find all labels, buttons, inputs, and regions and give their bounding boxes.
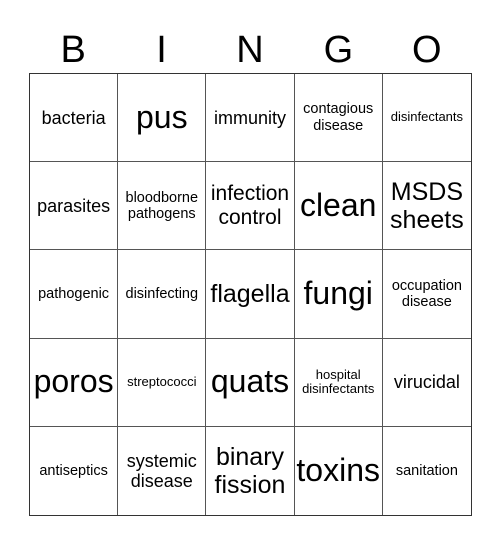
bingo-cell[interactable]: pus xyxy=(118,74,207,163)
bingo-cell[interactable]: virucidal xyxy=(382,339,471,427)
bingo-card-grid: bacteria pus immunity contagious disease dis… xyxy=(29,73,472,516)
bingo-header: B I N G O xyxy=(29,28,471,72)
bingo-cell[interactable]: bacteria xyxy=(30,74,119,163)
header-letter-o: O xyxy=(411,29,442,71)
bingo-cell[interactable]: quats xyxy=(206,338,295,427)
bingo-cell[interactable]: flagella xyxy=(206,250,295,339)
bingo-cell[interactable]: bloodborne pathogens xyxy=(118,162,207,251)
bingo-cell[interactable]: hospital disinfectants xyxy=(294,338,383,427)
bingo-cell[interactable]: systemic disease xyxy=(118,426,207,515)
header-letter-i: I xyxy=(156,29,167,71)
bingo-cell[interactable]: MSDS sheets xyxy=(382,162,471,251)
header-letter-b: B xyxy=(60,29,86,71)
bingo-cell[interactable]: fungi xyxy=(294,250,383,339)
bingo-cell[interactable]: poros xyxy=(30,338,119,427)
bingo-cell[interactable]: occupation disease xyxy=(382,250,471,339)
bingo-cell[interactable]: infection control xyxy=(206,162,295,251)
header-letter-n: N xyxy=(236,29,264,71)
bingo-cell[interactable]: contagious disease xyxy=(294,74,383,163)
bingo-cell[interactable]: pathogenic xyxy=(30,250,119,339)
bingo-cell[interactable]: antiseptics xyxy=(30,426,119,515)
bingo-cell[interactable]: parasites xyxy=(30,162,119,251)
bingo-cell[interactable]: disinfecting xyxy=(118,250,207,339)
bingo-cell[interactable]: sanitation xyxy=(383,427,471,515)
bingo-cell[interactable]: streptococci xyxy=(118,338,207,427)
bingo-cell[interactable]: binary fission xyxy=(206,426,295,515)
header-letter-g: G xyxy=(323,29,354,71)
bingo-cell[interactable]: disinfectants xyxy=(382,74,471,163)
bingo-cell[interactable]: clean xyxy=(294,162,383,251)
bingo-cell[interactable]: toxins xyxy=(295,426,383,515)
bingo-cell[interactable]: immunity xyxy=(206,74,295,163)
